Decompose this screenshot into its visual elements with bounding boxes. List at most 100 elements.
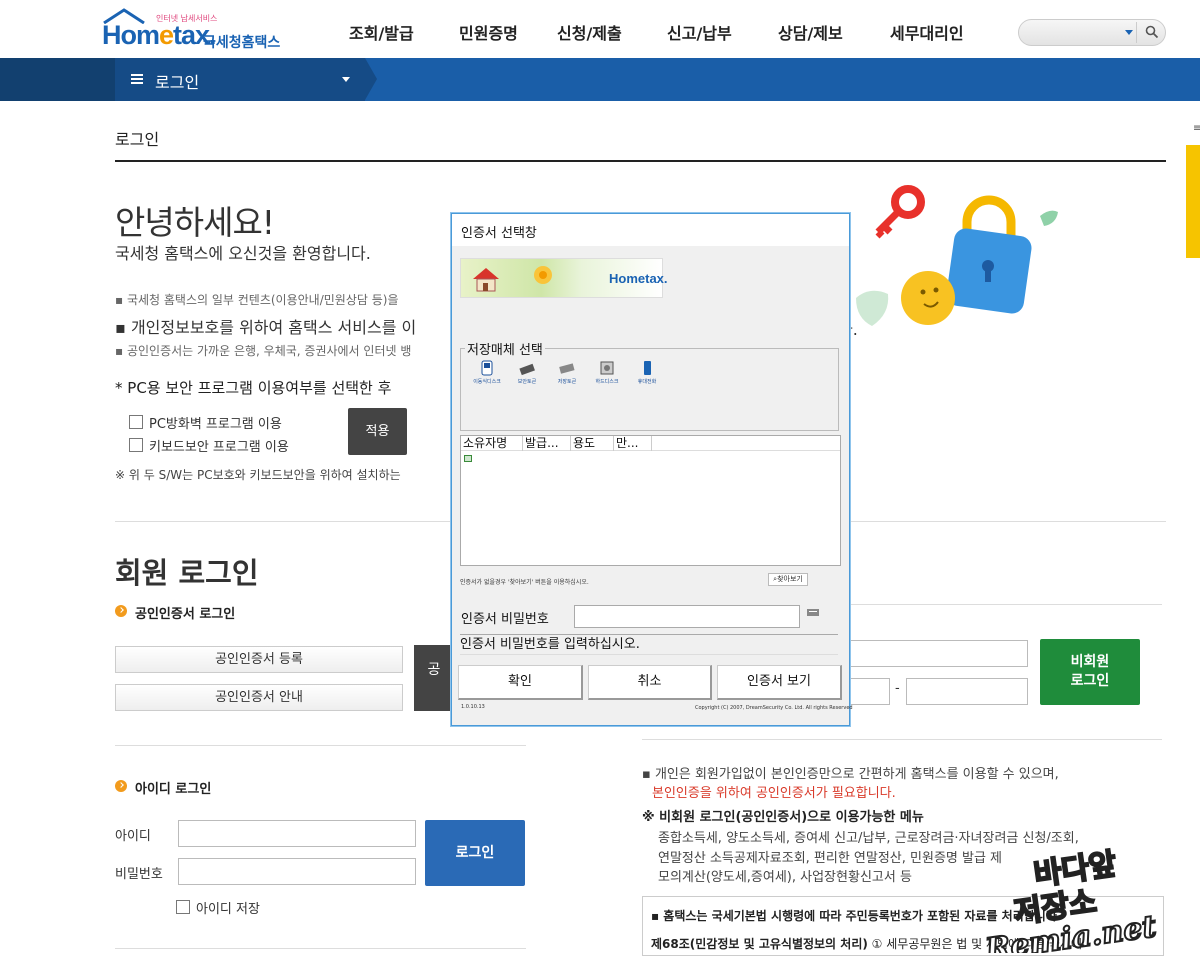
bullet-icon — [115, 605, 127, 617]
side-tab[interactable] — [1186, 145, 1200, 258]
security-token-icon — [519, 363, 535, 376]
keyboard-security-checkbox[interactable] — [129, 438, 143, 452]
dialog-banner: Hometax. — [460, 258, 668, 298]
view-cert-button[interactable]: 인증서 보기 — [717, 665, 842, 700]
hamburger-icon[interactable] — [131, 74, 143, 84]
notice-line-1: ▪ 국세청 홈택스의 일부 컨텐츠(이용안내/민원상담 등)을 — [115, 293, 399, 307]
hometax-logo[interactable]: 인터넷 납세서비스 Hometax. 국세청홈택스 — [100, 8, 305, 52]
house-icon — [473, 268, 499, 292]
pc-security-title: * PC용 보안 프로그램 이용여부를 선택한 후 — [115, 379, 392, 397]
password-label: 비밀번호 — [115, 867, 163, 882]
find-button[interactable]: ⌕찾아보기 — [768, 573, 808, 586]
ssn-dash: - — [895, 681, 900, 696]
media-storage-token[interactable]: 저장토큰 — [547, 360, 587, 385]
copyright-text: Copyright (C) 2007, DreamSecurity Co. Lt… — [695, 705, 853, 711]
logo-korean: 국세청홈택스 — [203, 35, 281, 51]
nav-apply[interactable]: 신청/제출 — [557, 20, 622, 44]
media-usb[interactable]: 이동식디스크 — [467, 360, 507, 385]
watermark: 바다앞 저장소 Remia.net — [975, 838, 1200, 957]
site-header: 인터넷 납세서비스 Hometax. 국세청홈택스 조회/발급 민원증명 신청/… — [0, 0, 1200, 58]
storage-media-label: 저장매체 선택 — [465, 339, 545, 358]
keyboard-icon[interactable] — [807, 607, 819, 617]
password-input[interactable] — [178, 858, 416, 885]
chevron-down-icon[interactable] — [1125, 30, 1133, 35]
logo-brand: Hometax. — [102, 20, 217, 50]
member-login-title: 회원 로그인 — [115, 556, 259, 590]
notice-line-3: ▪ 공인인증서는 가까운 은행, 우체국, 증권사에서 인터넷 뱅 — [115, 344, 412, 358]
chevron-down-icon[interactable] — [342, 77, 350, 82]
media-hard-disk[interactable]: 하드디스크 — [587, 360, 627, 385]
cert-register-button[interactable]: 공인인증서 등록 — [115, 646, 403, 673]
key-icon — [875, 185, 925, 239]
banner-logo: Hometax. — [609, 271, 668, 286]
watermark-logo: 바다앞 저장소 Remia.net — [981, 846, 1159, 957]
col-usage[interactable]: 용도 — [571, 436, 614, 451]
search-input[interactable] — [1018, 19, 1166, 46]
side-menu-icon[interactable]: ≡ — [1193, 123, 1200, 134]
firewall-checkbox[interactable] — [129, 415, 143, 429]
ok-button[interactable]: 확인 — [458, 665, 583, 700]
sw-note: ※ 위 두 S/W는 PC보호와 키보드보안을 위하여 설치하는 — [115, 468, 401, 482]
svg-text:바다앞: 바다앞 — [1032, 847, 1119, 893]
flower-icon — [534, 266, 552, 284]
media-mobile-phone[interactable]: 휴대전화 — [627, 360, 667, 385]
page-title: 로그인 — [115, 130, 160, 149]
cert-login-title: 공인인증서 로그인 — [135, 607, 236, 622]
usb-disk-icon — [481, 360, 493, 376]
nonmember-note-1: ▪ 개인은 회원가입없이 본인인증만으로 간편하게 홈택스를 이용할 수 있으며… — [642, 767, 1059, 782]
save-id-label: 아이디 저장 — [196, 902, 260, 917]
nav-inquiry[interactable]: 조회/발급 — [349, 20, 414, 44]
menu-label[interactable]: 로그인 — [155, 69, 199, 93]
certificate-list-header: 소유자명 발급... 용도 만... — [461, 436, 840, 451]
certificate-row-icon[interactable] — [464, 455, 472, 462]
nav-civil-cert[interactable]: 민원증명 — [459, 20, 518, 44]
find-hint: 인증서가 없을경우 '찾아보기' 버튼을 이용하십시오. — [460, 579, 589, 586]
notice-line-2: ▪ 개인정보보호를 위하여 홈택스 서비스를 이 — [115, 318, 417, 337]
menu-bar: 로그인 — [0, 58, 1200, 101]
nav-tax-agent[interactable]: 세무대리인 — [890, 20, 964, 44]
storage-token-icon — [559, 363, 575, 374]
nonmember-login-button[interactable]: 비회원 로그인 — [1040, 639, 1140, 705]
certificate-dialog: 인증서 선택창 Hometax. 저장매체 선택 이동식디스크 보안토큰 저장토… — [451, 213, 853, 726]
search-icon[interactable] — [1145, 25, 1159, 39]
certificate-list[interactable]: 소유자명 발급... 용도 만... — [460, 435, 841, 566]
dialog-titlebar[interactable]: 인증서 선택창 — [452, 214, 849, 246]
bullet-icon — [115, 780, 127, 792]
save-id-checkbox[interactable] — [176, 900, 190, 914]
apply-button[interactable]: 적용 — [348, 408, 407, 455]
welcome-text: 국세청 홈택스에 오신것을 환영합니다. — [115, 244, 371, 263]
menu-dropdown[interactable] — [115, 58, 365, 101]
lock-icon — [946, 195, 1032, 314]
id-login-title: 아이디 로그인 — [135, 782, 212, 797]
title-divider — [115, 160, 1166, 162]
nav-consult[interactable]: 상담/제보 — [778, 20, 843, 44]
hard-disk-icon — [600, 361, 614, 375]
col-issuer[interactable]: 발급... — [523, 436, 571, 451]
cert-guide-button[interactable]: 공인인증서 안내 — [115, 684, 403, 711]
smiley-icon — [901, 271, 955, 325]
security-illustration — [856, 185, 1058, 326]
id-input[interactable] — [178, 820, 416, 847]
cert-password-label: 인증서 비밀번호 — [461, 612, 549, 627]
version-text: 1.0.10.13 — [461, 704, 485, 710]
nonmember-ssn-front-input[interactable] — [848, 678, 890, 705]
nav-report-pay[interactable]: 신고/납부 — [667, 20, 732, 44]
nonmember-menu-3: 모의계산(양도세,증여세), 사업장현황신고서 등 — [658, 870, 912, 885]
cert-password-input[interactable] — [574, 605, 800, 628]
nonmember-ssn-back-input[interactable] — [906, 678, 1028, 705]
id-label: 아이디 — [115, 829, 151, 844]
mobile-phone-icon — [644, 361, 651, 375]
cert-login-button[interactable]: 공 — [414, 645, 454, 711]
nonmember-name-input[interactable] — [848, 640, 1028, 667]
col-owner[interactable]: 소유자명 — [461, 436, 523, 451]
media-security-token[interactable]: 보안토큰 — [507, 360, 547, 385]
keyboard-security-label: 키보드보안 프로그램 이용 — [149, 440, 289, 455]
nonmember-note-2: 본인인증을 위하여 공인인증서가 필요합니다. — [652, 786, 896, 801]
nonmember-menu-2: 연말정산 소득공제자료조회, 편리한 연말정산, 민원증명 발급 제 — [658, 851, 1003, 866]
nonmember-menu-title: ※ 비회원 로그인(공인인증서)으로 이용가능한 메뉴 — [642, 810, 924, 825]
col-expiry[interactable]: 만... — [614, 436, 652, 451]
cancel-button[interactable]: 취소 — [588, 665, 712, 700]
firewall-label: PC방화벽 프로그램 이용 — [149, 417, 282, 432]
dialog-title: 인증서 선택창 — [461, 226, 537, 241]
login-button[interactable]: 로그인 — [425, 820, 525, 886]
